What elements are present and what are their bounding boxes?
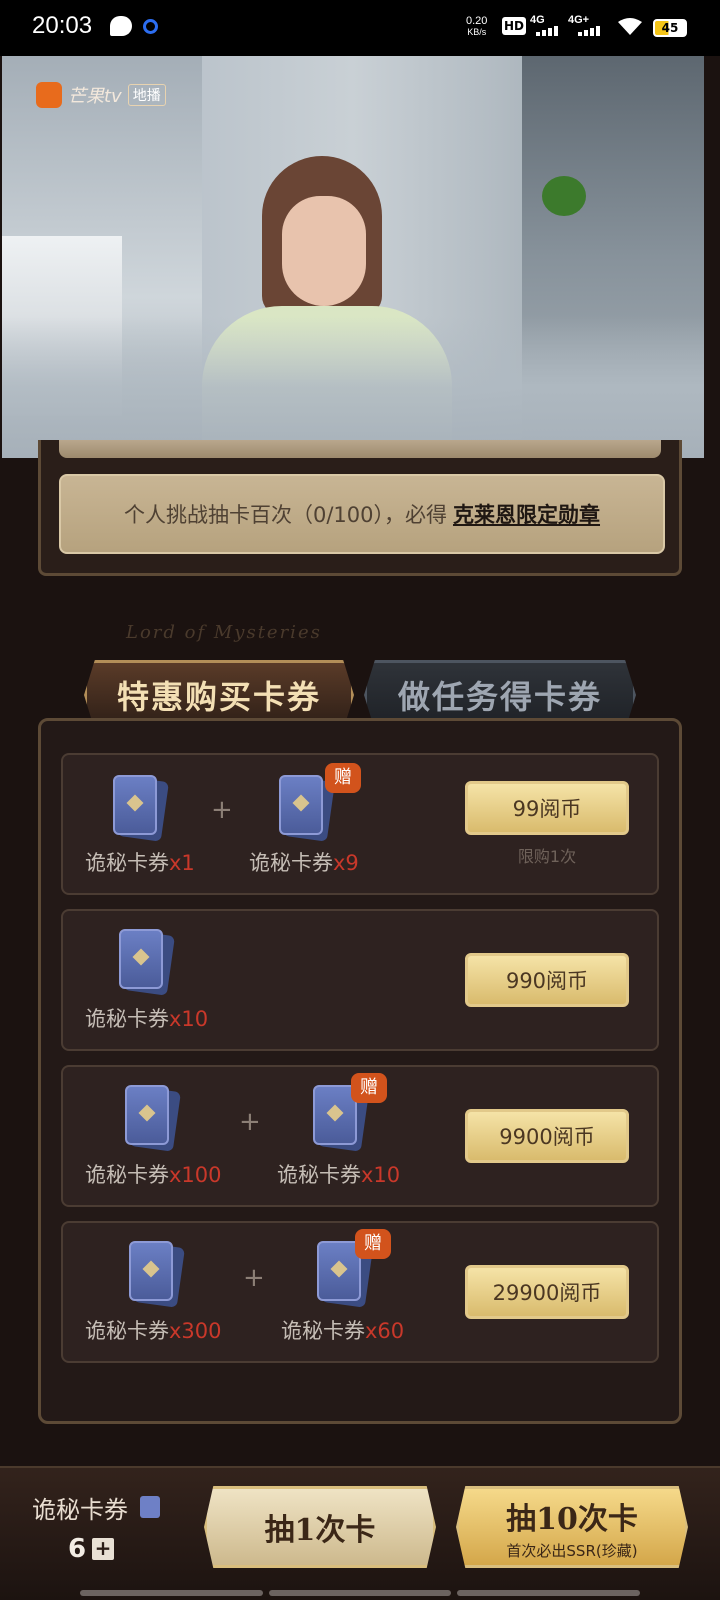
medal-link[interactable]: 克莱恩限定勋章: [453, 499, 600, 529]
gift-badge: 赠: [351, 1073, 387, 1103]
channel-name: 芒果tv: [68, 86, 122, 107]
hd-badge: HD: [502, 17, 527, 35]
clock: 20:03: [32, 12, 93, 39]
video-player[interactable]: 芒果tv 地播: [2, 56, 704, 458]
channel-tag: 地播: [127, 84, 166, 106]
draw-once-button[interactable]: 抽1次卡: [204, 1486, 436, 1568]
offer-card: 诡秘卡券x10 990阅币: [61, 909, 659, 1051]
draw-once-label: 抽1次卡: [264, 1513, 376, 1548]
challenge-panel: 个人挑战抽卡百次（0/100），必得 克莱恩限定勋章: [38, 440, 682, 576]
ticket-icon: [129, 1241, 185, 1308]
buy-button-9900[interactable]: 9900阅币: [465, 1109, 629, 1163]
challenge-banner: 个人挑战抽卡百次（0/100），必得 克莱恩限定勋章: [59, 474, 665, 554]
ticket-balance-count: 6: [68, 1534, 87, 1564]
add-icon[interactable]: +: [92, 1538, 114, 1560]
video-scene-plant: [542, 176, 586, 216]
gift-badge: 赠: [355, 1229, 391, 1259]
nav-indicator: [80, 1590, 641, 1596]
offer-card: + 赠 诡秘卡券x300 诡秘卡券x60 29900阅币: [61, 1221, 659, 1363]
base-ticket-label: 诡秘卡券x300: [85, 1319, 222, 1343]
draw-ten-button[interactable]: 抽10次卡 首次必出SSR(珍藏): [456, 1486, 688, 1568]
bottom-action-bar: 诡秘卡券 6 + 抽1次卡 抽10次卡 首次必出SSR(珍藏): [0, 1466, 720, 1600]
buy-button-99[interactable]: 99阅币: [465, 781, 629, 835]
panel-strip: [59, 440, 661, 458]
network-speed: 0.20 KB/s: [466, 16, 487, 38]
draw-ten-label: 抽10次卡: [506, 1501, 638, 1537]
video-scene-blur: [2, 316, 704, 458]
net-speed-value: 0.20: [466, 15, 488, 27]
circle-icon: [143, 19, 158, 34]
battery-icon: 45: [653, 19, 687, 37]
base-ticket-label: 诡秘卡券x100: [85, 1163, 222, 1187]
buy-button-990[interactable]: 990阅币: [465, 953, 629, 1007]
net-speed-unit: KB/s: [467, 27, 487, 37]
mango-logo-icon: [36, 82, 62, 108]
ticket-balance-label: 诡秘卡券: [32, 1496, 128, 1524]
plus-icon: +: [239, 1107, 261, 1137]
ticket-icon: [119, 929, 175, 996]
gift-badge: 赠: [325, 763, 361, 793]
bonus-ticket-label: 诡秘卡券x10: [277, 1163, 401, 1187]
status-bar: 20:03 0.20 KB/s HD 4G 4G+ 45: [0, 0, 720, 56]
signal-label-1: 4G: [530, 14, 545, 26]
ticket-icon: [140, 1496, 160, 1518]
offer-card: + 赠 诡秘卡券x100 诡秘卡券x10 9900阅币: [61, 1065, 659, 1207]
base-ticket-label: 诡秘卡券x10: [85, 1007, 209, 1031]
ticket-icon: [279, 775, 335, 842]
wifi-icon: [618, 18, 642, 35]
plus-icon: +: [211, 795, 233, 825]
decorative-title: Lord of Mysteries: [126, 622, 322, 643]
plus-icon: +: [243, 1263, 265, 1293]
message-icon: [110, 16, 132, 36]
bonus-ticket-label: 诡秘卡券x9: [249, 851, 359, 875]
base-ticket-label: 诡秘卡券x1: [85, 851, 195, 875]
ticket-icon: [113, 775, 169, 842]
buy-button-29900[interactable]: 29900阅币: [465, 1265, 629, 1319]
ticket-icon: [125, 1085, 181, 1152]
purchase-limit-note: 限购1次: [517, 847, 577, 866]
challenge-text: 个人挑战抽卡百次（0/100），必得: [123, 503, 448, 527]
channel-logo: 芒果tv 地播: [36, 82, 166, 108]
signal-label-2: 4G+: [568, 14, 590, 26]
signal-bars-1-icon: [536, 26, 558, 36]
bonus-ticket-label: 诡秘卡券x60: [281, 1319, 405, 1343]
offer-card: + 赠 诡秘卡券x1 诡秘卡券x9 99阅币 限购1次: [61, 753, 659, 895]
signal-bars-2-icon: [578, 26, 600, 36]
offers-panel: + 赠 诡秘卡券x1 诡秘卡券x9 99阅币 限购1次 诡秘卡券x10 990阅…: [38, 718, 682, 1424]
draw-ten-subtitle: 首次必出SSR(珍藏): [506, 1541, 638, 1560]
